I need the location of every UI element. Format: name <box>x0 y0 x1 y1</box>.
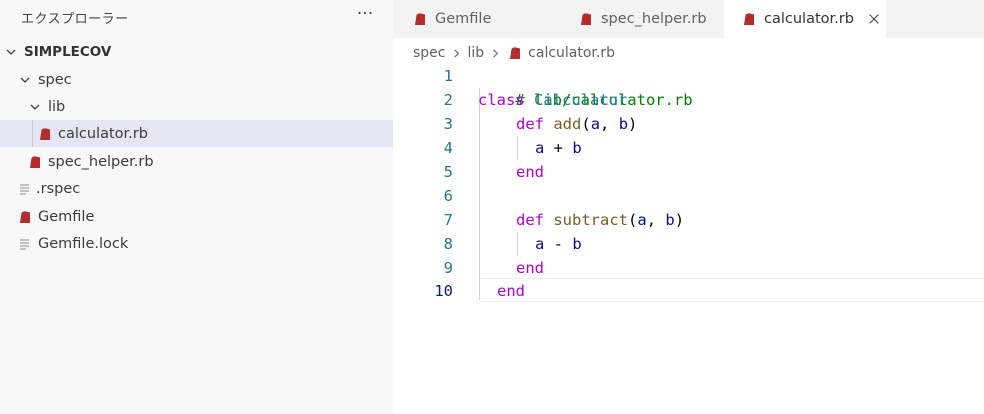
code-line-9: end <box>516 256 544 280</box>
code-keyword: def <box>516 211 544 229</box>
ruby-file-icon <box>579 12 593 26</box>
lines-file-icon <box>18 182 32 196</box>
ruby-file-icon <box>508 46 522 60</box>
ruby-file-icon <box>38 127 52 141</box>
code-keyword: end <box>497 282 525 300</box>
line-number: 4 <box>443 139 453 157</box>
tree-item-label: Gemfile <box>38 208 95 225</box>
more-actions-button[interactable]: ··· <box>353 3 377 27</box>
code-class-name: Calculator <box>534 91 628 109</box>
line-number: 6 <box>443 187 453 205</box>
tree-item-gemfile[interactable]: Gemfile <box>0 203 393 230</box>
tree-item-label: spec_helper.rb <box>48 153 154 170</box>
line-number: 1 <box>443 67 453 85</box>
tab-label: Gemfile <box>435 11 492 27</box>
code-operator: + <box>544 139 573 157</box>
tab-label: calculator.rb <box>764 11 854 27</box>
explorer-title: エクスプローラー <box>21 12 129 27</box>
indent-guide <box>517 136 518 160</box>
code-param: b <box>618 115 629 133</box>
line-number: 3 <box>443 115 453 133</box>
breadcrumb-item[interactable]: lib <box>468 45 485 61</box>
current-line-highlight <box>481 278 984 302</box>
line-number: 9 <box>443 259 453 277</box>
line-number-current: 10 <box>434 282 453 300</box>
tree-item-gemfile-lock[interactable]: Gemfile.lock <box>0 230 393 257</box>
code-punct: ( <box>581 115 591 133</box>
editor-tab-bar: Gemfile spec_helper.rb calculator.rb <box>393 0 984 38</box>
breadcrumb-item[interactable]: calculator.rb <box>528 45 615 61</box>
tree-item-lib[interactable]: lib <box>0 93 393 120</box>
code-function-name: subtract <box>553 211 628 229</box>
chevron-right-icon <box>450 46 464 60</box>
code-keyword: def <box>516 115 544 133</box>
code-function-name: add <box>553 115 582 133</box>
code-param: b <box>665 211 675 229</box>
tab-calculator[interactable]: calculator.rb <box>724 0 886 38</box>
lines-file-icon <box>18 237 32 251</box>
tree-item-calculator-rb[interactable]: calculator.rb <box>0 120 393 147</box>
tree-root-label: SIMPLECOV <box>24 43 112 60</box>
chevron-right-icon <box>488 46 502 60</box>
tree-item-rspec[interactable]: .rspec <box>0 175 393 202</box>
line-number: 8 <box>443 235 453 253</box>
ruby-file-icon <box>28 155 42 169</box>
ruby-file-icon <box>413 12 427 26</box>
code-line-1: # lib/calculator.rb <box>478 64 692 109</box>
code-keyword: class <box>478 91 525 109</box>
line-number: 2 <box>443 91 453 109</box>
tree-root-simplecov[interactable]: SIMPLECOV <box>0 38 393 65</box>
chevron-down-icon <box>18 73 32 87</box>
code-keyword: end <box>516 163 544 181</box>
tree-item-label: spec <box>38 71 72 88</box>
code-param: a <box>637 211 647 229</box>
explorer-header: エクスプローラー ··· <box>0 0 393 33</box>
code-line-5: end <box>516 160 544 184</box>
tree-item-label: .rspec <box>36 180 81 197</box>
code-punct: ) <box>628 115 638 133</box>
tree-item-spec[interactable]: spec <box>0 66 393 93</box>
close-icon[interactable] <box>866 11 882 27</box>
code-line-3: def add(a, b) <box>516 112 637 136</box>
breadcrumb: spec lib calculator.rb <box>413 43 615 63</box>
code-editor[interactable]: 1 2 3 4 5 6 7 8 9 10 # lib/calculator.rb… <box>393 64 984 414</box>
code-param: a <box>535 139 545 157</box>
tree-item-label: lib <box>48 98 66 115</box>
line-number: 7 <box>443 211 453 229</box>
tree-item-spec-helper-rb[interactable]: spec_helper.rb <box>0 148 393 175</box>
code-line-8: a - b <box>535 232 582 256</box>
line-number: 5 <box>443 163 453 181</box>
tab-spec-helper[interactable]: spec_helper.rb <box>558 0 724 38</box>
ruby-file-icon <box>18 210 32 224</box>
code-operator: - <box>544 235 573 253</box>
code-param: b <box>572 235 582 253</box>
tab-label: spec_helper.rb <box>601 11 707 27</box>
tree-item-label: calculator.rb <box>58 125 148 142</box>
tree-item-label: Gemfile.lock <box>38 235 129 252</box>
code-param: a <box>590 115 601 133</box>
code-punct: ) <box>674 211 685 229</box>
explorer-sidebar: エクスプローラー ··· SIMPLECOV spec lib calculat… <box>0 0 393 414</box>
code-punct: , <box>646 211 666 229</box>
breadcrumb-item[interactable]: spec <box>413 45 446 61</box>
code-line-2: class Calculator <box>478 88 627 112</box>
tab-gemfile[interactable]: Gemfile <box>393 0 558 38</box>
ruby-file-icon <box>742 12 756 26</box>
code-punct: ( <box>628 211 638 229</box>
code-param: a <box>535 235 545 253</box>
code-line-10: end <box>497 279 525 303</box>
code-keyword: end <box>516 259 544 277</box>
code-line-4: a + b <box>535 136 582 160</box>
code-param: b <box>572 139 582 157</box>
indent-guide <box>32 120 33 147</box>
code-line-7: def subtract(a, b) <box>516 208 684 232</box>
indent-guide <box>517 232 518 256</box>
code-punct: , <box>600 115 619 133</box>
chevron-down-icon <box>4 45 18 59</box>
chevron-down-icon <box>28 100 42 114</box>
